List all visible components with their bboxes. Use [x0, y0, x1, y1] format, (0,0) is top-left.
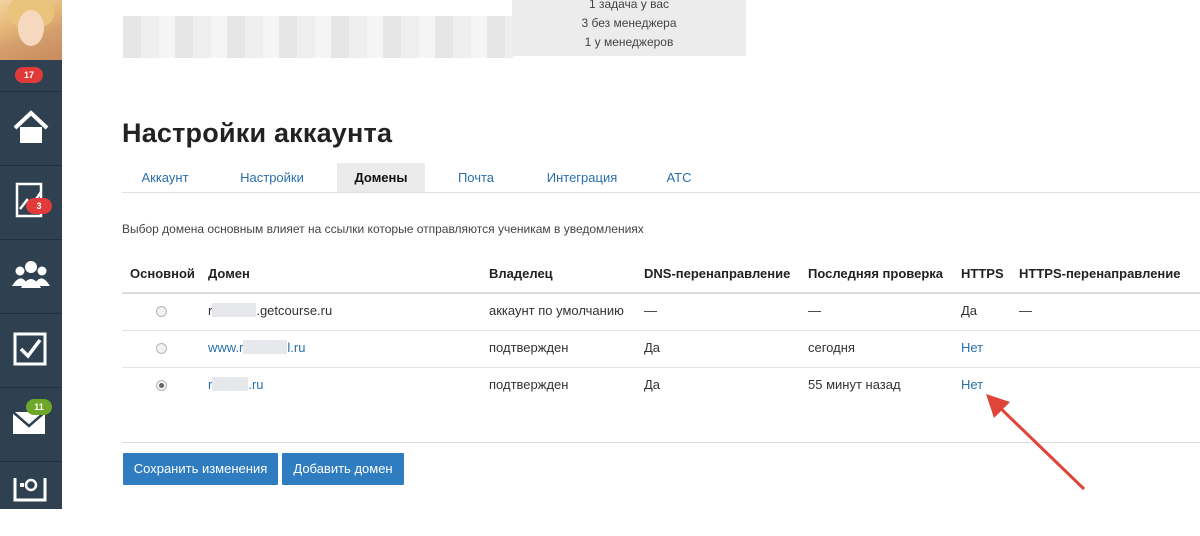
- tab-pbx[interactable]: АТС: [652, 163, 706, 192]
- dns-cell: —: [644, 303, 657, 318]
- table-header-divider: [122, 292, 1200, 294]
- domain-link[interactable]: www.r l.ru: [208, 340, 305, 355]
- domain-prefix: www.r: [208, 340, 244, 355]
- add-domain-button[interactable]: Добавить домен: [282, 453, 404, 485]
- annotation-arrow-icon: [986, 394, 1086, 491]
- domains-description: Выбор домена основным влияет на ссылки к…: [122, 222, 644, 236]
- column-header-owner: Владелец: [489, 266, 553, 281]
- sidebar-item-safe[interactable]: [0, 461, 62, 536]
- sidebar-item-users[interactable]: [0, 239, 62, 314]
- primary-radio[interactable]: [156, 380, 167, 391]
- avatar[interactable]: [0, 0, 62, 60]
- home-icon: [13, 110, 49, 143]
- domain-cell: r .getcourse.ru: [208, 303, 332, 318]
- checkbox-icon: [13, 332, 47, 366]
- dns-cell: Да: [644, 377, 661, 392]
- safe-icon: [13, 478, 47, 502]
- tab-domains[interactable]: Домены: [337, 163, 425, 192]
- domain-suffix: .ru: [248, 377, 264, 392]
- domain-suffix: .getcourse.ru: [256, 303, 333, 318]
- https-link[interactable]: Нет: [961, 340, 983, 355]
- settings-tabs: Аккаунт Настройки Домены Почта Интеграци…: [122, 163, 1200, 193]
- notification-badge: 17: [15, 67, 43, 83]
- column-header-https-redirect: HTTPS-перенаправление: [1019, 266, 1181, 281]
- task-summary-line-3: 1 у менеджеров: [584, 35, 674, 49]
- blurred-account-name: [123, 16, 513, 58]
- task-summary[interactable]: 1 задача у вас 3 без менеджера 1 у менед…: [512, 0, 746, 56]
- domain-link[interactable]: r .ru: [208, 377, 264, 392]
- sidebar-item-tasks[interactable]: [0, 313, 62, 388]
- column-header-domain: Домен: [208, 266, 250, 281]
- column-header-dns: DNS-перенаправление: [644, 266, 791, 281]
- avatar-face: [18, 10, 44, 46]
- redacted-mask: [212, 377, 249, 391]
- task-summary-line-1: 1 задача у вас: [588, 0, 670, 11]
- column-header-https: HTTPS: [961, 266, 1004, 281]
- last-check-cell: —: [808, 303, 821, 318]
- save-button[interactable]: Сохранить изменения: [123, 453, 278, 485]
- messages-badge: 11: [26, 399, 52, 415]
- owner-cell: подтвержден: [489, 340, 569, 355]
- row-divider: [122, 367, 1200, 368]
- page-title: Настройки аккаунта: [122, 118, 393, 148]
- owner-cell: аккаунт по умолчанию: [489, 303, 624, 318]
- column-header-primary: Основной: [130, 266, 195, 281]
- tab-settings[interactable]: Настройки: [222, 163, 322, 192]
- users-icon: [12, 261, 50, 288]
- primary-radio[interactable]: [156, 306, 167, 317]
- tab-account[interactable]: Аккаунт: [122, 163, 208, 192]
- sidebar-item-statistics[interactable]: 3: [0, 165, 62, 240]
- sidebar-item-home[interactable]: [0, 91, 62, 166]
- sidebar-item-messages[interactable]: 11: [0, 387, 62, 462]
- statistics-badge: 3: [26, 198, 52, 214]
- https-redirect-cell: —: [1019, 303, 1032, 318]
- sidebar: 17 3 11: [0, 0, 62, 509]
- column-header-last-check: Последняя проверка: [808, 266, 944, 281]
- domain-suffix: l.ru: [287, 340, 306, 355]
- dns-cell: Да: [644, 340, 661, 355]
- task-summary-line-2: 3 без менеджера: [581, 16, 677, 30]
- tab-mail[interactable]: Почта: [442, 163, 510, 192]
- primary-radio[interactable]: [156, 343, 167, 354]
- redacted-mask: [212, 303, 257, 317]
- last-check-cell: 55 минут назад: [808, 377, 901, 392]
- last-check-cell: сегодня: [808, 340, 855, 355]
- redacted-mask: [243, 340, 288, 354]
- tab-integration[interactable]: Интеграция: [532, 163, 632, 192]
- https-cell: Да: [961, 303, 978, 318]
- row-divider: [122, 330, 1200, 331]
- owner-cell: подтвержден: [489, 377, 569, 392]
